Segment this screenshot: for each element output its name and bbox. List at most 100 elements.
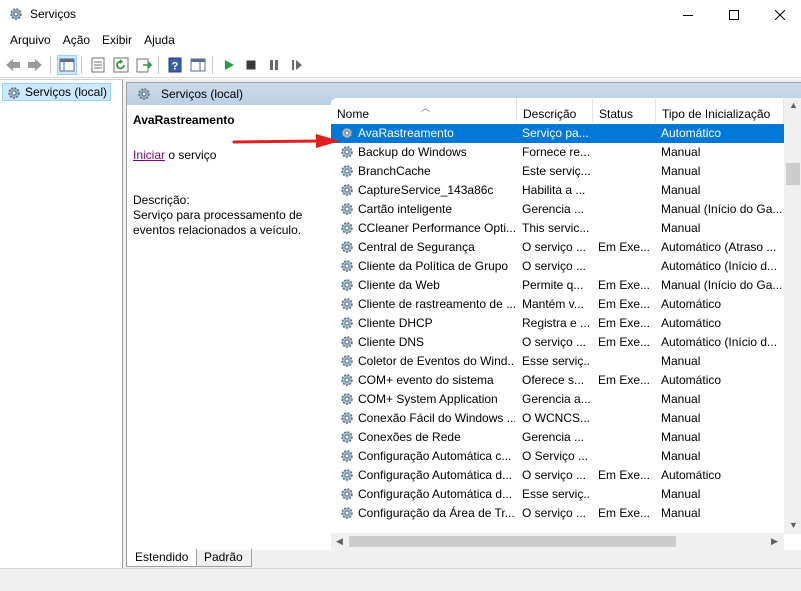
- service-description: O WCNCS...: [522, 411, 590, 425]
- service-startup-type: Manual: [661, 354, 701, 368]
- help-icon[interactable]: ?: [165, 55, 185, 75]
- table-row[interactable]: Configuração Automática d... Esse serviç.…: [331, 485, 784, 504]
- stop-service-icon[interactable]: [241, 55, 261, 75]
- service-description: O serviço ...: [522, 335, 587, 349]
- scroll-up-icon[interactable]: ▲: [789, 100, 798, 110]
- menu-acao[interactable]: Ação: [57, 29, 96, 51]
- service-description: Gerencia a...: [522, 392, 590, 406]
- service-gear-icon: [339, 277, 355, 296]
- service-gear-icon: [339, 201, 355, 220]
- console-tree-icon[interactable]: [57, 55, 77, 75]
- close-button[interactable]: [757, 0, 801, 29]
- table-row[interactable]: CaptureService_143a86c Habilita a ... Manu…: [331, 181, 784, 200]
- service-name: CCleaner Performance Opti...: [358, 221, 515, 235]
- table-row[interactable]: Coletor de Eventos do Wind... Esse serviç…: [331, 352, 784, 371]
- service-description: Habilita a ...: [522, 183, 586, 197]
- table-row[interactable]: AvaRastreamento Serviço pa... Automático: [331, 124, 784, 143]
- table-row[interactable]: Configuração Automática d... O serviço ..…: [331, 466, 784, 485]
- scroll-down-icon[interactable]: ▼: [789, 520, 798, 530]
- service-description: This servic...: [522, 221, 590, 235]
- service-startup-type: Automático: [661, 316, 722, 330]
- table-row[interactable]: Cartão inteligente Gerencia ... Manual (In…: [331, 200, 784, 219]
- service-description: Esse serviç...: [522, 354, 590, 368]
- start-service-icon[interactable]: [219, 55, 239, 75]
- maximize-button[interactable]: [711, 0, 757, 29]
- table-row[interactable]: Cliente da Política de Grupo O serviço ..…: [331, 257, 784, 276]
- pause-service-icon[interactable]: [264, 55, 284, 75]
- start-service-link[interactable]: Iniciar: [133, 148, 165, 162]
- table-row[interactable]: Backup do Windows Fornece re... Manual: [331, 143, 784, 162]
- properties-icon[interactable]: [88, 55, 108, 75]
- show-hide-pane-icon[interactable]: [188, 55, 208, 75]
- refresh-icon[interactable]: [111, 55, 131, 75]
- table-row[interactable]: Configuração da Área de Tr... O serviço .…: [331, 504, 784, 523]
- forward-arrow-icon[interactable]: [25, 55, 45, 75]
- service-status: [598, 352, 656, 371]
- service-gear-icon: [339, 163, 355, 182]
- service-startup-type: Automático: [661, 468, 722, 482]
- service-status: [598, 219, 656, 238]
- service-startup-type: Automático (Início d...: [661, 335, 778, 349]
- scroll-left-icon[interactable]: ◀: [336, 536, 343, 547]
- toolbar: ?: [0, 51, 801, 78]
- service-startup-type: Manual: [661, 145, 701, 159]
- console-tree: Serviços (local): [0, 79, 123, 568]
- service-name: Configuração Automática d...: [358, 487, 513, 501]
- column-header-description[interactable]: Descrição: [517, 98, 593, 123]
- table-row[interactable]: Cliente DNS O serviço ... Em Exe... Automát…: [331, 333, 784, 352]
- minimize-button[interactable]: [665, 0, 711, 29]
- service-gear-icon: [339, 391, 355, 410]
- table-row[interactable]: Conexão Fácil do Windows ... O WCNCS... Ma…: [331, 409, 784, 428]
- service-gear-icon: [339, 505, 355, 524]
- column-header-startup-type[interactable]: Tipo de Inicialização: [656, 98, 784, 123]
- column-header-status[interactable]: Status: [593, 98, 656, 123]
- service-description: Serviço pa...: [522, 126, 589, 140]
- table-row[interactable]: Cliente de rastreamento de ... Mantém v..…: [331, 295, 784, 314]
- service-startup-type: Automático: [661, 373, 722, 387]
- table-row[interactable]: CCleaner Performance Opti... This servic.…: [331, 219, 784, 238]
- description-pane: AvaRastreamento Iniciar o serviço Descri…: [127, 105, 331, 550]
- service-description: Gerencia ...: [522, 430, 585, 444]
- tree-item-services-local[interactable]: Serviços (local): [2, 83, 112, 101]
- services-list: ︿ Nome Descrição Status Tipo de Iniciali…: [331, 98, 801, 550]
- export-list-icon[interactable]: [134, 55, 154, 75]
- table-row[interactable]: Cliente DHCP Registra e ... Em Exe... Autom…: [331, 314, 784, 333]
- table-row[interactable]: Central de Segurança O serviço ... Em Exe.…: [331, 238, 784, 257]
- tab-extended[interactable]: Estendido: [126, 549, 198, 567]
- menu-exibir[interactable]: Exibir: [96, 29, 138, 51]
- red-pointer-arrow-icon: [232, 134, 340, 148]
- horizontal-scroll-thumb[interactable]: [349, 536, 676, 547]
- vertical-scroll-thumb[interactable]: [786, 163, 800, 185]
- service-startup-type: Manual: [661, 449, 701, 463]
- service-name: COM+ evento do sistema: [358, 373, 494, 387]
- service-status: [598, 390, 656, 409]
- table-row[interactable]: COM+ System Application Gerencia a... Manu…: [331, 390, 784, 409]
- service-status: Em Exe...: [598, 335, 651, 349]
- back-arrow-icon[interactable]: [3, 55, 23, 75]
- service-status: Em Exe...: [598, 297, 651, 311]
- service-description: Permite q...: [522, 278, 584, 292]
- resume-service-icon[interactable]: [287, 55, 307, 75]
- column-header-name[interactable]: ︿ Nome: [331, 98, 517, 123]
- table-row[interactable]: Conexões de Rede Gerencia ... Manual: [331, 428, 784, 447]
- status-bar: [0, 568, 801, 591]
- scroll-right-icon[interactable]: ▶: [771, 536, 778, 547]
- table-row[interactable]: Configuração Automática c... O Serviço ..…: [331, 447, 784, 466]
- service-description: Esse serviç...: [522, 487, 590, 501]
- service-description: Fornece re...: [522, 145, 590, 159]
- service-description: Mantém v...: [522, 297, 584, 311]
- service-status: [598, 181, 656, 200]
- service-gear-icon: [339, 372, 355, 391]
- service-status: [598, 124, 656, 143]
- tab-standard[interactable]: Padrão: [196, 549, 252, 567]
- menu-ajuda[interactable]: Ajuda: [138, 29, 181, 51]
- service-gear-icon: [339, 334, 355, 353]
- menu-arquivo[interactable]: Arquivo: [4, 29, 57, 51]
- table-row[interactable]: BranchCache Este serviç... Manual: [331, 162, 784, 181]
- title-bar: Serviços: [0, 0, 801, 29]
- table-row[interactable]: Cliente da Web Permite q... Em Exe... Manua…: [331, 276, 784, 295]
- horizontal-scrollbar[interactable]: ◀ ▶: [331, 533, 784, 550]
- vertical-scrollbar[interactable]: ▲ ▼: [784, 98, 801, 534]
- table-row[interactable]: COM+ evento do sistema Oferece s... Em Exe…: [331, 371, 784, 390]
- service-gear-icon: [339, 315, 355, 334]
